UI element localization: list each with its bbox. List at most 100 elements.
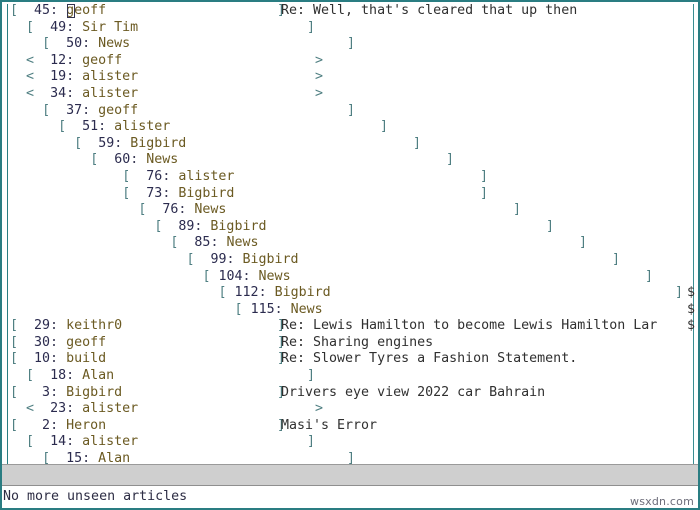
thread-open-marker: [: [218, 285, 227, 301]
number-separator: :: [274, 301, 291, 317]
article-number: 45: [34, 3, 51, 18]
thread-open-marker: <: [26, 401, 35, 417]
summary-line[interactable]: [ 45: geoff] Re: Well, that's cleared tha…: [10, 3, 696, 20]
article-number: 85: [194, 235, 211, 251]
summary-line[interactable]: < 34: alister >: [10, 86, 696, 103]
summary-line[interactable]: [ 76: News]: [10, 202, 696, 219]
number-separator: :: [162, 185, 179, 201]
number-padding: [50, 36, 66, 51]
number-padding: [34, 53, 50, 68]
summary-line-list[interactable]: [ 45: geoff] Re: Well, that's cleared tha…: [10, 3, 696, 464]
thread-close-marker: ]: [480, 168, 489, 184]
number-padding: [34, 434, 50, 449]
echo-area: No more unseen articles: [2, 487, 698, 508]
summary-line[interactable]: [ 3: Bigbird] Drivers eye view 2022 car B…: [10, 385, 696, 402]
summary-line[interactable]: [ 112: Bigbird] $: [10, 285, 696, 302]
article-number: 60: [114, 152, 131, 168]
article-author: build: [66, 351, 107, 367]
number-separator: :: [82, 102, 99, 118]
mode-line-left-segment: U:--@ r.a.s.f1 [0] {281 more} Top (1,9): [10, 465, 427, 485]
article-author: alister: [114, 119, 171, 135]
number-separator: :: [50, 417, 67, 433]
gnus-summary-window[interactable]: [ 45: geoff] Re: Well, that's cleared tha…: [2, 2, 698, 464]
article-author: Alan: [82, 368, 115, 384]
summary-line[interactable]: [ 73: Bigbird]: [10, 186, 696, 203]
summary-line[interactable]: [ 76: alister]: [10, 169, 696, 186]
text-cursor: [66, 4, 75, 18]
article-number: 59: [98, 135, 115, 151]
summary-line[interactable]: [ 50: News]: [10, 36, 696, 53]
article-author: News: [146, 152, 179, 168]
article-author: Bigbird: [178, 185, 235, 201]
thread-open-marker: [: [42, 451, 51, 464]
article-number: 89: [178, 218, 195, 234]
number-separator: :: [226, 251, 243, 267]
summary-line[interactable]: [ 15: Alan]: [10, 451, 696, 464]
summary-line[interactable]: [ 14: alister]: [10, 434, 696, 451]
summary-line[interactable]: < 23: alister >: [10, 401, 696, 418]
summary-line[interactable]: [ 51: alister]: [10, 119, 696, 136]
number-padding: [34, 401, 50, 416]
number-separator: :: [194, 218, 211, 234]
article-author: alister: [82, 434, 139, 450]
summary-line[interactable]: [ 30: geoff] Re: Sharing engines: [10, 335, 696, 352]
article-author: geoff: [98, 102, 139, 118]
number-separator: :: [258, 285, 275, 301]
number-separator: :: [66, 85, 83, 101]
summary-line[interactable]: [ 89: Bigbird]: [10, 219, 696, 236]
summary-line[interactable]: < 12: geoff >: [10, 53, 696, 70]
thread-open-marker: [: [10, 334, 19, 350]
number-separator: :: [130, 152, 147, 168]
number-separator: :: [162, 168, 179, 184]
summary-line[interactable]: [ 99: Bigbird]: [10, 252, 696, 269]
article-number: 2: [42, 417, 51, 433]
article-subject: Drivers eye view 2022 car Bahrain: [281, 384, 546, 400]
echo-message: No more unseen articles: [3, 489, 188, 504]
summary-line[interactable]: < 19: alister >: [10, 69, 696, 86]
summary-line[interactable]: [ 85: News]: [10, 235, 696, 252]
thread-open-marker: [: [10, 417, 19, 433]
summary-line[interactable]: [ 29: keithr0] Re: Lewis Hamilton to beco…: [10, 318, 696, 335]
number-padding: [18, 335, 34, 350]
number-separator: :: [66, 401, 83, 417]
thread-close-marker: ]: [675, 285, 684, 301]
summary-line[interactable]: [ 115: News $: [10, 302, 696, 319]
article-author: keithr0: [66, 318, 123, 334]
thread-open-marker: <: [26, 69, 35, 85]
number-padding: [18, 418, 42, 433]
number-separator: :: [50, 334, 67, 350]
summary-line[interactable]: [ 49: Sir Tim]: [10, 20, 696, 37]
summary-line[interactable]: [ 60: News]: [10, 152, 696, 169]
summary-line[interactable]: [ 10: build] Re: Slower Tyres a Fashion S…: [10, 351, 696, 368]
thread-close-marker: ]: [380, 119, 389, 135]
number-separator: :: [82, 451, 99, 464]
number-padding: [130, 186, 146, 201]
thread-open-marker: [: [26, 368, 35, 384]
summary-line[interactable]: [ 37: geoff]: [10, 103, 696, 120]
article-number: 99: [210, 251, 227, 267]
summary-line[interactable]: [ 59: Bigbird]: [10, 136, 696, 153]
thread-open-marker: [: [42, 36, 51, 52]
article-number: 12: [50, 52, 67, 68]
number-padding: [194, 252, 210, 267]
summary-line[interactable]: [ 104: News]: [10, 269, 696, 286]
number-separator: :: [50, 3, 67, 18]
thread-close-marker: ]: [579, 235, 588, 251]
thread-close-marker: ]: [513, 202, 522, 218]
article-author: geoff: [82, 52, 123, 68]
article-author: geoff: [66, 334, 107, 350]
number-padding: [178, 235, 194, 250]
number-separator: :: [210, 235, 227, 251]
thread-close-marker: >: [315, 52, 324, 68]
thread-close-marker: ]: [645, 268, 654, 284]
summary-line[interactable]: [ 2: Heron] Masi's Error: [10, 418, 696, 435]
mode-line[interactable]: U:--@ r.a.s.f1 [0] {281 more} Top (1,9) …: [2, 464, 698, 486]
article-number: 50: [66, 36, 83, 52]
thread-open-marker: [: [10, 3, 19, 18]
article-number: 112: [234, 285, 259, 301]
line-truncation-marker: $: [687, 285, 696, 301]
summary-line[interactable]: [ 18: Alan]: [10, 368, 696, 385]
article-author: Alan: [98, 451, 131, 464]
number-separator: :: [178, 202, 195, 218]
thread-open-marker: [: [10, 351, 19, 367]
